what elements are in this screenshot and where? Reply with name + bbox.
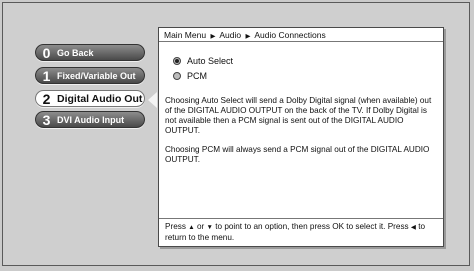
option-pcm[interactable]: PCM (173, 71, 207, 81)
menu-item-number: 3 (42, 111, 51, 128)
breadcrumb: Main Menu ▶ Audio ▶ Audio Connections (159, 28, 443, 42)
menu-item-label: DVI Audio Input (57, 114, 125, 125)
menu-item-fixed-variable-out[interactable]: 1 Fixed/Variable Out (35, 67, 145, 84)
help-text: to point to an option, then press OK to … (215, 222, 409, 231)
menu-item-label: Digital Audio Out (57, 92, 143, 105)
option-label: PCM (187, 71, 207, 81)
menu-item-label: Go Back (57, 47, 94, 58)
description-auto-select: Choosing Auto Select will send a Dolby D… (165, 96, 432, 136)
option-label: Auto Select (187, 56, 234, 66)
menu-item-number: 1 (42, 67, 51, 84)
breadcrumb-item[interactable]: Main Menu (164, 30, 206, 40)
description-pcm: Choosing PCM will always send a PCM sign… (165, 145, 430, 165)
menu-item-number: 2 (42, 90, 51, 107)
help-text: or (196, 222, 205, 231)
selected-pointer-icon (148, 92, 157, 108)
help-text: Press (165, 222, 186, 231)
audio-connections-panel: Main Menu ▶ Audio ▶ Audio Connections Au… (158, 27, 444, 247)
triangle-right-icon: ▶ (210, 33, 216, 40)
breadcrumb-item[interactable]: Audio (219, 30, 241, 40)
arrow-left-icon: ◀ (410, 224, 416, 231)
radio-off-icon (173, 72, 181, 80)
menu-item-dvi-audio-input[interactable]: 3 DVI Audio Input (35, 111, 145, 128)
menu-item-label: Fixed/Variable Out (57, 70, 136, 81)
radio-on-icon (173, 57, 181, 65)
menu-item-digital-audio-out[interactable]: 2 Digital Audio Out (35, 90, 145, 107)
help-footer: Press ▲ or ▼ to point to an option, then… (159, 218, 443, 243)
menu-item-go-back[interactable]: 0 Go Back (35, 44, 145, 61)
triangle-right-icon: ▶ (245, 33, 251, 40)
breadcrumb-item: Audio Connections (254, 30, 326, 40)
option-auto-select[interactable]: Auto Select (173, 56, 233, 66)
menu-item-number: 0 (42, 44, 51, 61)
arrow-down-icon: ▼ (206, 224, 213, 231)
arrow-up-icon: ▲ (188, 224, 195, 231)
